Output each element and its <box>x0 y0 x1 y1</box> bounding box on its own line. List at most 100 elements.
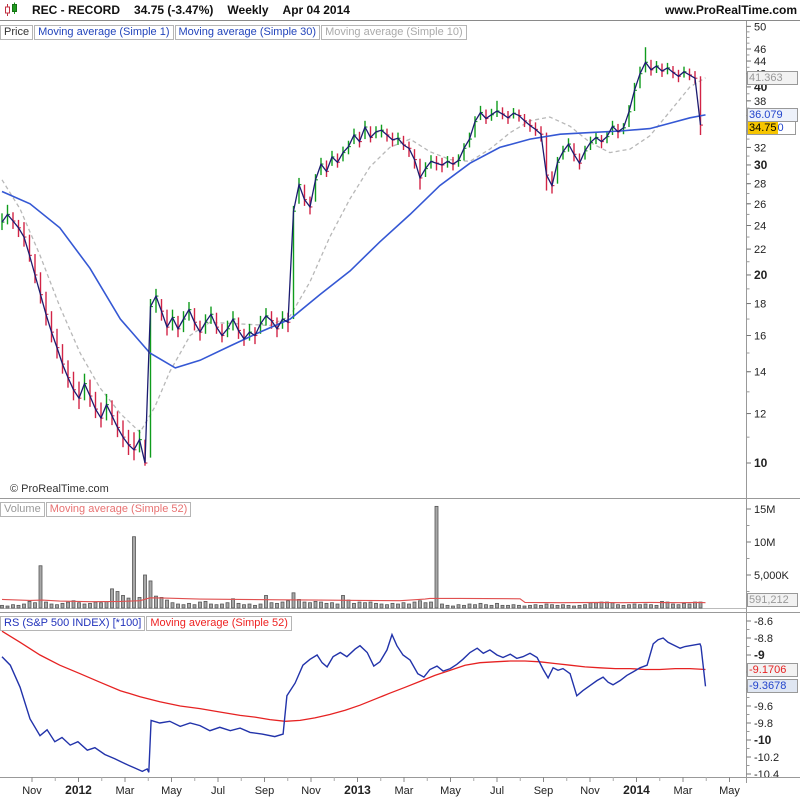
volume-bar <box>456 604 461 609</box>
volume-bar <box>242 604 246 609</box>
volume-bar <box>280 601 285 609</box>
volume-bar <box>143 574 147 609</box>
volume-bar <box>308 602 312 609</box>
time-axis-label: Nov <box>22 785 42 797</box>
volume-bar <box>610 602 615 609</box>
volume-bar <box>533 604 538 609</box>
volume-bar <box>544 603 549 609</box>
volume-bar <box>511 604 516 609</box>
volume-bar <box>176 603 180 609</box>
time-axis-label: May <box>161 785 182 797</box>
volume-bar <box>203 601 208 609</box>
volume-bar <box>269 602 274 609</box>
volume-bar <box>66 601 70 609</box>
axis-label: 15M <box>754 504 775 516</box>
volume-bar <box>385 604 389 609</box>
rs-legend-item-1[interactable]: Moving average (Simple 52) <box>146 616 292 631</box>
rs-chart-canvas[interactable]: -8.6-8.8-9-9.2-9.4-9.6-9.8-10-10.2-10.4 <box>0 612 800 777</box>
volume-bar <box>445 604 450 609</box>
volume-bar <box>550 604 554 609</box>
chart-window: REC - RECORD 34.75 (-3.47%) Weekly Apr 0… <box>0 0 800 800</box>
rs-legend-item-0[interactable]: RS (S&P 500 INDEX) [*100] <box>0 616 146 631</box>
volume-bar <box>324 602 329 609</box>
volume-bar <box>110 588 114 609</box>
volume-bar <box>198 601 202 609</box>
last-price-highlight: 34.75 <box>748 122 778 134</box>
time-axis-label: 2014 <box>623 783 650 797</box>
volume-bar <box>137 597 142 609</box>
price-legend-item-2[interactable]: Moving average (Simple 30) <box>174 25 321 40</box>
volume-bar <box>170 602 175 609</box>
axis-label: 38 <box>754 96 766 108</box>
time-axis-label: Jul <box>211 785 225 797</box>
ma10-value-label: 41.363 <box>747 71 798 85</box>
volume-bar <box>489 604 494 609</box>
volume-legend-item-1[interactable]: Moving average (Simple 52) <box>45 502 192 517</box>
volume-bar <box>687 603 692 609</box>
volume-bar <box>258 603 263 609</box>
axis-label: -10 <box>754 733 772 747</box>
volume-bar <box>44 601 48 609</box>
volume-bar <box>616 604 620 609</box>
time-axis-label: May <box>719 785 740 797</box>
volume-bar <box>104 601 109 609</box>
volume-bar <box>368 601 373 609</box>
volume-bar <box>676 604 681 609</box>
volume-legend-item-0[interactable]: Volume <box>0 502 45 517</box>
volume-bar <box>412 601 417 609</box>
volume-bar <box>671 603 675 609</box>
time-axis[interactable]: Nov 2012 Mar May Jul Sep Nov 2013 Mar May Jul Sep No… <box>0 777 800 800</box>
volume-bar <box>478 602 483 609</box>
volume-bar <box>539 604 543 609</box>
axis-label: 50 <box>754 21 766 33</box>
price-chart-canvas[interactable]: 5046444240383634323028262422201816141210 <box>0 21 800 498</box>
time-axis-label: Sep <box>534 785 554 797</box>
axis-label: 16 <box>754 330 766 342</box>
axis-label: 26 <box>754 199 766 211</box>
site-link[interactable]: www.ProRealTime.com <box>665 3 797 17</box>
volume-bar <box>352 602 356 609</box>
volume-bar <box>390 602 395 609</box>
volume-bar <box>93 601 98 609</box>
volume-bar <box>11 604 15 609</box>
volume-bar <box>220 603 224 609</box>
axis-label: 10 <box>754 456 768 470</box>
price-legend-item-1[interactable]: Moving average (Simple 1) <box>34 25 174 40</box>
volume-bar <box>313 601 318 609</box>
volume-bar <box>181 604 186 609</box>
volume-bar <box>159 597 164 609</box>
time-axis-label: Mar <box>395 785 414 797</box>
axis-label: -9.8 <box>754 718 773 730</box>
volume-bar <box>335 603 340 609</box>
volume-bar <box>231 598 235 609</box>
volume-bar <box>583 604 587 609</box>
volume-bar <box>38 565 43 609</box>
rs-value-label: -9.3678 <box>747 679 798 693</box>
volume-bar <box>594 602 598 609</box>
volume-bar <box>275 602 279 609</box>
volume-bar <box>506 604 510 609</box>
volume-value-label: 591,212 <box>747 593 798 607</box>
volume-bar <box>462 604 466 609</box>
volume-bar <box>528 604 532 609</box>
volume-bar <box>434 505 439 609</box>
axis-label: 22 <box>754 244 766 256</box>
axis-label: 32 <box>754 142 766 154</box>
volume-legend: Volume Moving average (Simple 52) <box>0 499 192 517</box>
price-legend-item-3[interactable]: Moving average (Simple 10) <box>321 25 467 40</box>
volume-bar <box>55 604 59 609</box>
volume-bar <box>225 602 230 609</box>
volume-bar <box>5 605 10 609</box>
volume-bar <box>192 604 197 609</box>
volume-bar <box>330 602 334 609</box>
axis-label: -9 <box>754 648 765 662</box>
price-legend-item-0[interactable]: Price <box>0 25 34 40</box>
volume-bar <box>49 603 54 609</box>
volume-bar <box>209 603 213 609</box>
volume-bar <box>401 602 406 609</box>
last-price-value-label: 34.750 <box>747 121 796 135</box>
volume-bar <box>319 601 323 609</box>
axis-label: 24 <box>754 220 766 232</box>
axis-label: 5,000K <box>754 570 790 582</box>
volume-bar <box>561 604 565 609</box>
